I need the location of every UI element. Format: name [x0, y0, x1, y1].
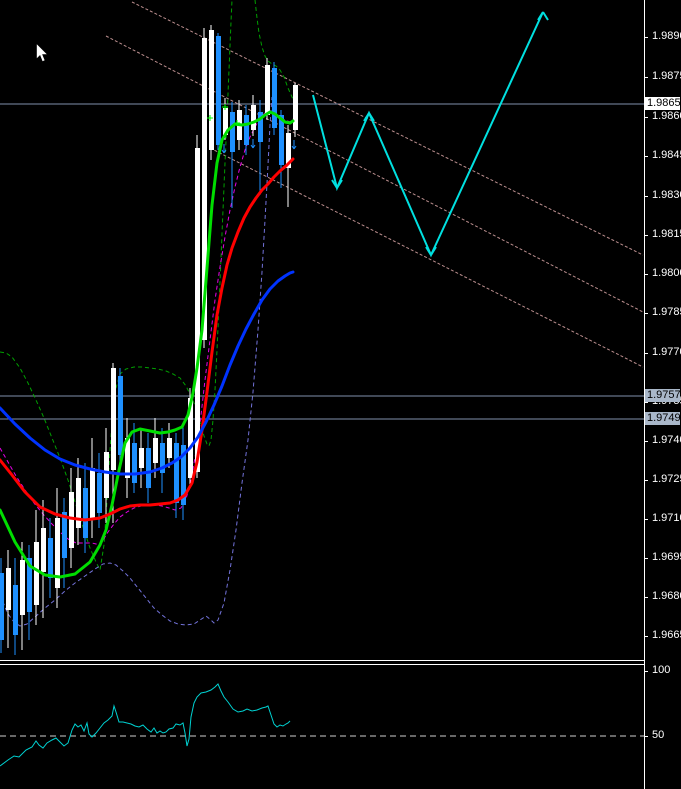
price-tick — [644, 353, 648, 354]
candle-body — [34, 542, 39, 605]
candle-body — [146, 448, 151, 488]
price-tick — [644, 558, 648, 559]
price-tick — [644, 441, 648, 442]
candle-body — [265, 65, 270, 115]
price-tick — [644, 402, 648, 403]
price-level-badge: 1.9865 — [645, 97, 681, 110]
candle-body — [13, 585, 18, 635]
candle-body — [62, 512, 67, 558]
candle-body — [97, 473, 102, 513]
candle-body — [90, 468, 95, 518]
price-level-badge: 1.9757 — [645, 389, 681, 402]
candle-body — [272, 68, 277, 128]
candle-body — [216, 36, 221, 145]
candle-body — [69, 492, 74, 548]
channel-trendline — [209, 147, 644, 368]
trading-chart-window: { "colors": { "background": "#000000", "… — [0, 0, 681, 789]
candle-body — [83, 488, 88, 538]
price-tick-label: 1.9725 — [652, 473, 681, 485]
price-tick-label: 1.9680 — [652, 590, 681, 602]
candle-body — [20, 560, 25, 615]
price-tick-label: 1.9875 — [652, 70, 681, 82]
price-tick — [644, 37, 648, 38]
candle-body — [0, 573, 4, 640]
candle-body — [230, 112, 235, 152]
price-tick — [644, 196, 648, 197]
price-tick-label: 1.9785 — [652, 306, 681, 318]
price-tick — [644, 636, 648, 637]
price-tick-label: 1.9770 — [652, 346, 681, 358]
candle-body — [111, 368, 116, 470]
zigzag-projection — [312, 11, 544, 258]
candle-body — [167, 438, 172, 458]
price-axis[interactable]: 1.9890 1.9875 1.9860 1.9845 1.9830 1.9815 1.98… — [644, 0, 681, 789]
candle-body — [244, 115, 249, 145]
price-tick — [644, 156, 648, 157]
candle-body — [41, 528, 46, 572]
candle-body — [104, 452, 109, 498]
candle-body — [153, 438, 158, 463]
price-tick-label: 1.9845 — [652, 149, 681, 161]
ma-slow-blue — [0, 270, 295, 476]
price-tick-label: 1.9815 — [652, 228, 681, 240]
price-tick-label: 1.9695 — [652, 551, 681, 563]
candle-body — [174, 443, 179, 503]
oscillator-pane[interactable] — [0, 659, 644, 789]
mouse-cursor-icon — [36, 43, 49, 63]
oscillator-line — [0, 683, 291, 767]
price-tick — [644, 117, 648, 118]
price-tick-label: 1.9860 — [652, 110, 681, 122]
price-tick-label: 1.9710 — [652, 512, 681, 524]
price-tick-label: 1.9740 — [652, 434, 681, 446]
candle-body — [118, 376, 123, 455]
indicator-tick — [644, 671, 648, 672]
zigzag-arrowhead-icon — [542, 11, 549, 21]
price-tick-label: 1.9665 — [652, 629, 681, 641]
price-tick-label: 1.9890 — [652, 30, 681, 42]
indicator-tick — [644, 736, 648, 737]
price-tick-label: 1.9830 — [652, 189, 681, 201]
price-tick — [644, 597, 648, 598]
indicator-scale-label: 50 — [652, 729, 665, 741]
candle-body — [293, 85, 298, 130]
candle-body — [195, 148, 200, 472]
price-tick — [644, 313, 648, 314]
main-price-chart[interactable] — [0, 0, 644, 659]
price-tick — [644, 519, 648, 520]
candle-body — [48, 538, 53, 578]
channel-trendline — [131, 1, 644, 256]
candle-body — [209, 30, 214, 150]
candle-body — [6, 568, 11, 610]
price-tick — [644, 235, 648, 236]
price-tick — [644, 274, 648, 275]
channel-trendline — [105, 35, 644, 313]
indicator-scale-label: 100 — [652, 664, 671, 676]
price-level-badge: 1.9749 — [645, 412, 681, 425]
candle-body — [132, 443, 137, 483]
price-tick — [644, 77, 648, 78]
candle-body — [251, 105, 256, 130]
price-tick-label: 1.9800 — [652, 267, 681, 279]
price-tick — [644, 480, 648, 481]
candle-body — [139, 448, 144, 468]
